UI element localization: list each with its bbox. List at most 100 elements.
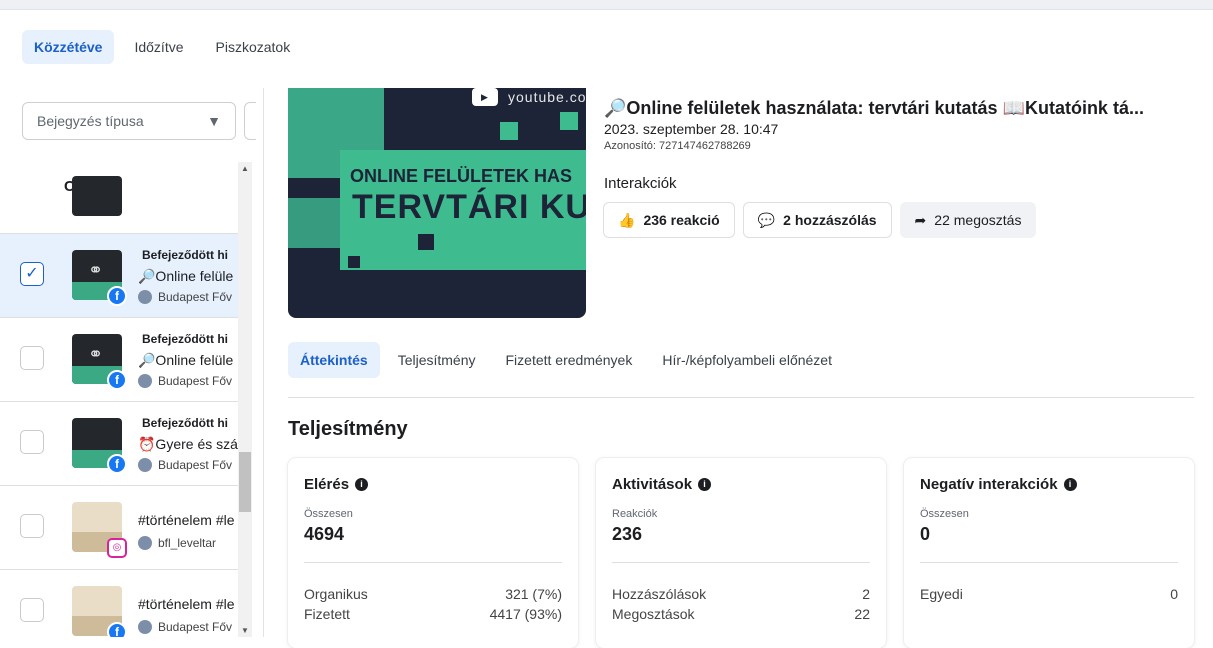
info-icon[interactable]: i (1063, 478, 1077, 491)
row-text: ⏰Gyere és szá (138, 436, 238, 452)
shares-button[interactable]: ➦ 22 megosztás (899, 202, 1037, 238)
card-row-label: Megosztások (612, 606, 695, 622)
list-item[interactable]: f #történelem #le Budapest Főv (0, 570, 238, 637)
interaction-pills: 👍 236 reakció 💬 2 hozzászólás ➦ 22 megosztá… (603, 202, 1037, 238)
list-scrollbar[interactable]: ▲ ▼ (238, 162, 252, 637)
row-page: Budapest Főv (138, 290, 238, 304)
preview-square (560, 112, 578, 130)
row-checkbox[interactable] (20, 514, 44, 538)
card-row: Fizetett 4417 (93%) (304, 606, 562, 622)
card-sub: Összesen (304, 508, 353, 520)
status-tabs: Közzétéve Időzítve Piszkozatok (22, 30, 302, 64)
card-row: Organikus 321 (7%) (304, 586, 562, 602)
post-date: 2023. szeptember 28. 10:47 (604, 121, 779, 137)
row-title: Befejeződött hi (142, 332, 228, 346)
comments-label: 2 hozzászólás (783, 212, 877, 228)
tab-drafts[interactable]: Piszkozatok (204, 30, 303, 64)
section-title: Teljesítmény (288, 418, 408, 440)
info-icon[interactable]: i (355, 478, 369, 491)
card-row-label: Egyedi (920, 586, 963, 602)
card-title: Elérés (304, 476, 350, 493)
card-title: Aktivitások (612, 476, 693, 493)
list-item[interactable]: ⚭ f Befejeződött hi 🔎Online felüle Budap… (0, 318, 238, 402)
row-page: bfl_leveltar (138, 536, 238, 550)
facebook-icon: f (107, 622, 127, 637)
card-value: 236 (612, 524, 643, 544)
youtube-banner: ▶ youtube.co (472, 88, 586, 106)
row-checkbox[interactable] (20, 430, 44, 454)
card-row: Egyedi 0 (920, 586, 1178, 602)
row-page: Budapest Főv (138, 374, 238, 388)
card-row-value: 321 (7%) (505, 586, 562, 602)
card-row-label: Organikus (304, 586, 368, 602)
facebook-icon: f (107, 286, 127, 306)
scrollbar-thumb[interactable] (239, 452, 251, 512)
post-detail-panel: ▶ youtube.co ONLINE FELÜLETEK HAS TERVTÁ… (263, 88, 1213, 648)
instagram-icon: ◎ (107, 538, 127, 558)
tab-feed-preview[interactable]: Hír-/képfolyambeli előnézet (650, 342, 844, 378)
preview-square (500, 122, 518, 140)
facebook-icon: f (107, 370, 127, 390)
tab-overview[interactable]: Áttekintés (288, 342, 380, 378)
row-text: 🔎Online felüle (138, 268, 234, 284)
row-text: 🔎Online felüle (138, 352, 234, 368)
scroll-up-icon[interactable]: ▲ (241, 164, 249, 173)
comment-icon: 💬 (757, 211, 776, 228)
list-item[interactable]: ✓ ⚭ f Befejeződött hi 🔎Online felüle Bud… (0, 234, 238, 318)
row-page-name: Budapest Főv (158, 458, 233, 472)
row-checkbox[interactable] (20, 346, 44, 370)
link-icon: ⚭ (88, 260, 104, 280)
post-thumbnail (72, 176, 122, 216)
post-type-select[interactable]: Bejegyzés típusa ▼ (22, 102, 236, 140)
row-checkbox[interactable]: ✓ (20, 262, 44, 286)
list-item[interactable]: ◎ #történelem #le bfl_leveltar (0, 486, 238, 570)
card-row: Megosztások 22 (612, 606, 870, 622)
tab-paid-results[interactable]: Fizetett eredmények (494, 342, 645, 378)
link-icon: ⚭ (88, 344, 104, 364)
row-title: Befejeződött hi (142, 248, 228, 262)
row-checkbox[interactable] (20, 598, 44, 622)
row-page: Budapest Főv (138, 458, 238, 472)
row-title: Befejeződött hi (142, 416, 228, 430)
row-page-name: Budapest Főv (158, 620, 233, 634)
reactions-button[interactable]: 👍 236 reakció (603, 202, 735, 238)
page-avatar (138, 536, 152, 550)
post-id: Azonosító: 727147462788269 (604, 140, 751, 152)
tabs-divider (288, 397, 1194, 398)
second-filter[interactable] (244, 102, 256, 140)
reach-card: Elérés i Összesen 4694 Organikus 321 (7%) … (288, 458, 578, 648)
page-avatar (138, 620, 152, 634)
row-page-name: Budapest Főv (158, 290, 233, 304)
post-preview-image[interactable]: ▶ youtube.co ONLINE FELÜLETEK HAS TERVTÁ… (288, 88, 586, 318)
engagement-card: Aktivitások i Reakciók 236 Hozzászólások 2… (596, 458, 886, 648)
row-page-name: Budapest Főv (158, 374, 233, 388)
tab-published[interactable]: Közzétéve (22, 30, 115, 64)
tab-performance[interactable]: Teljesítmény (386, 342, 488, 378)
post-type-select-label: Bejegyzés típusa (37, 113, 144, 129)
info-icon[interactable]: i (698, 478, 712, 491)
list-item-partial[interactable] (0, 176, 238, 234)
card-divider (920, 562, 1178, 563)
card-row-value: 0 (1170, 586, 1178, 602)
card-value: 0 (920, 524, 931, 544)
card-divider (304, 562, 562, 563)
card-row: Hozzászólások 2 (612, 586, 870, 602)
comments-button[interactable]: 💬 2 hozzászólás (742, 202, 892, 238)
shares-label: 22 megosztás (934, 212, 1022, 228)
row-text: #történelem #le (138, 596, 235, 612)
caret-down-icon: ▼ (207, 113, 221, 129)
preview-line2: TERVTÁRI KUT (352, 188, 586, 226)
card-row-value: 22 (854, 606, 870, 622)
list-item[interactable]: f Befejeződött hi ⏰Gyere és szá Budapest… (0, 402, 238, 486)
tab-scheduled[interactable]: Időzítve (122, 30, 195, 64)
card-row-value: 4417 (93%) (489, 606, 562, 622)
metric-cards: Elérés i Összesen 4694 Organikus 321 (7%) … (288, 458, 1194, 648)
card-header: Aktivitások i (612, 476, 712, 493)
play-icon: ▶ (472, 88, 498, 106)
card-divider (612, 562, 870, 563)
scroll-down-icon[interactable]: ▼ (241, 626, 249, 635)
thumbs-up-icon: 👍 (618, 211, 636, 228)
row-text: #történelem #le (138, 512, 235, 528)
facebook-icon: f (107, 454, 127, 474)
row-page-name: bfl_leveltar (158, 536, 217, 550)
